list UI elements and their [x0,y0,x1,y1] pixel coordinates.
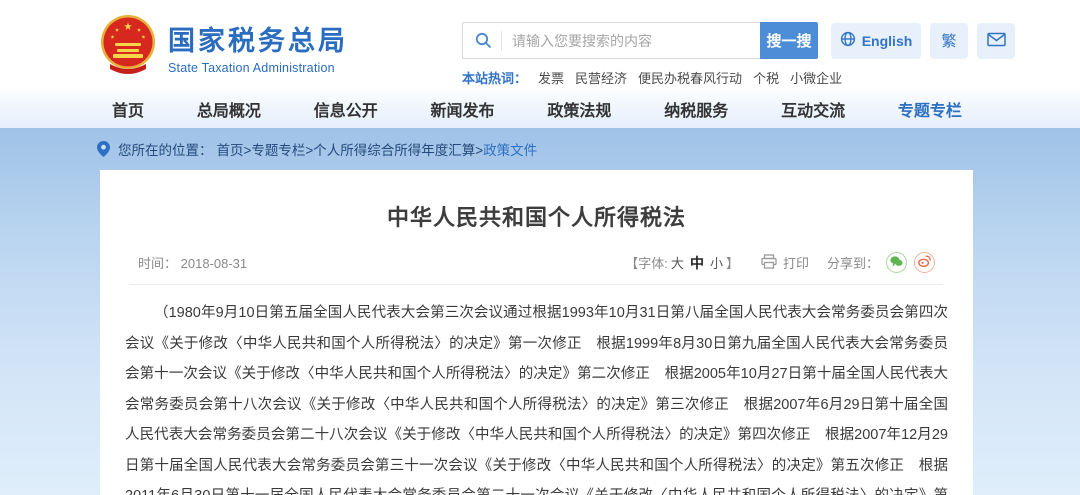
article-body: （1980年9月10日第五届全国人民代表大会第三次会议通过根据1993年10月3… [125,298,948,495]
hotwords-label: 本站热词： [462,68,527,87]
page-background: 您所在的位置： 首页>专题专栏>个人所得综合所得年度汇算> 政策文件 中华人民共… [0,128,1080,495]
article-date: 时间： 2018-08-31 [138,253,247,272]
weibo-icon [918,255,931,270]
hotword-link[interactable]: 发票 [538,68,564,87]
search-icon [475,32,492,49]
site-logo[interactable]: 国家税务总局 State Taxation Administration [100,13,348,80]
site-title: 国家税务总局 [168,19,348,58]
font-size-prefix: 【字体: [625,253,668,272]
print-label: 打印 [783,253,809,272]
mail-icon [987,32,1006,50]
english-button-label: English [862,33,913,49]
article-card: 中华人民共和国个人所得税法 时间： 2018-08-31 【字体: 大 中 小 … [100,170,973,495]
printer-icon [761,254,783,272]
hotword-link[interactable]: 小微企业 [790,68,842,87]
print-button[interactable]: 打印 [761,253,809,272]
nav-item-overview[interactable]: 总局概况 [197,97,261,121]
english-button[interactable]: English [831,23,921,59]
font-size-medium-button[interactable]: 中 [690,253,704,273]
globe-icon [840,31,862,50]
breadcrumb-path[interactable]: 首页>专题专栏>个人所得综合所得年度汇算> [217,139,484,159]
search-box [462,22,760,59]
search-button[interactable]: 搜一搜 [760,22,818,59]
wechat-icon [890,255,903,270]
hotword-link[interactable]: 个税 [753,68,779,87]
share-weibo-button[interactable] [914,252,935,273]
article-title: 中华人民共和国个人所得税法 [100,200,973,232]
hotword-link[interactable]: 便民办税春风行动 [638,68,742,87]
article-meta-row: 时间： 2018-08-31 【字体: 大 中 小 】 [130,252,943,273]
breadcrumb-label: 您所在的位置： [118,139,213,159]
breadcrumb-current[interactable]: 政策文件 [483,139,537,159]
mail-button[interactable] [977,23,1015,59]
breadcrumb: 您所在的位置： 首页>专题专栏>个人所得综合所得年度汇算> 政策文件 [0,128,1080,170]
hotword-link[interactable]: 民营经济 [575,68,627,87]
font-size-small-button[interactable]: 小 [710,253,723,272]
share-label: 分享到： [827,253,879,272]
nav-item-special-topics[interactable]: 专题专栏 [898,97,962,121]
nav-item-disclosure[interactable]: 信息公开 [314,97,378,121]
meta-divider [130,284,943,285]
traditional-chinese-button[interactable]: 繁 [930,23,968,59]
date-label: 时间： [138,256,177,271]
nav-item-tax-service[interactable]: 纳税服务 [664,97,728,121]
main-nav: 首页 总局概况 信息公开 新闻发布 政策法规 纳税服务 互动交流 专题专栏 [0,90,1080,128]
date-value: 2018-08-31 [181,256,248,271]
site-header: 国家税务总局 State Taxation Administration 搜一搜 [0,0,1080,90]
share-wechat-button[interactable] [886,252,907,273]
hotwords-bar: 本站热词： 发票 民营经济 便民办税春风行动 个税 小微企业 [462,68,1015,87]
nav-item-policy[interactable]: 政策法规 [547,97,611,121]
nav-item-home[interactable]: 首页 [112,97,144,121]
search-input[interactable] [501,31,752,51]
national-emblem-icon [100,13,156,80]
location-pin-icon [97,141,110,157]
site-subtitle: State Taxation Administration [168,61,348,75]
font-size-large-button[interactable]: 大 [671,253,684,272]
nav-item-news[interactable]: 新闻发布 [431,97,495,121]
font-size-suffix: 】 [726,253,739,272]
nav-item-interaction[interactable]: 互动交流 [781,97,845,121]
